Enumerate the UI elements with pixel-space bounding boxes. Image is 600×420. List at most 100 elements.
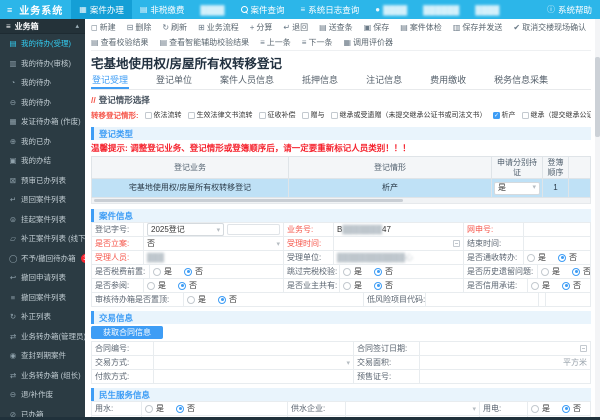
top-nav-item[interactable]: ████: [192, 0, 232, 19]
tab-item[interactable]: 费用缴收: [429, 73, 467, 89]
toolbar-button[interactable]: ▦调用评价器: [343, 37, 393, 48]
toolbar-button[interactable]: ⊞业务流程: [198, 22, 239, 33]
radio-no-selected[interactable]: [374, 282, 382, 290]
radio-no-selected[interactable]: [184, 268, 192, 276]
toolbar-button[interactable]: ✔取消交楼现场确认: [513, 22, 586, 33]
radio-no-selected[interactable]: [218, 296, 226, 304]
sidebar-item[interactable]: ▤我的待办(受理): [0, 34, 85, 54]
radio-yes[interactable]: [153, 268, 161, 276]
tab-item[interactable]: 登记单位: [155, 73, 193, 89]
situation-checkbox-option[interactable]: 依法流转: [145, 110, 182, 120]
toolbar-button[interactable]: ≡上一条: [260, 37, 291, 48]
toolbar-button[interactable]: ⊟删除: [127, 22, 152, 33]
split-cert-select[interactable]: 是▾: [494, 182, 540, 195]
radio-no-selected[interactable]: [374, 268, 382, 276]
toolbar-button[interactable]: ↻刷新: [162, 22, 187, 33]
checkbox[interactable]: [331, 112, 338, 119]
sidebar-item[interactable]: ⊕我的已办: [0, 132, 85, 152]
field-date[interactable]: [420, 342, 590, 355]
tab-item[interactable]: 抵押信息: [301, 73, 339, 89]
sidebar-item[interactable]: ⊖我的待办: [0, 93, 85, 113]
top-nav-item[interactable]: ██████: [415, 0, 467, 19]
radio-yes[interactable]: [147, 282, 155, 290]
field-input[interactable]: [420, 370, 590, 383]
field-input[interactable]: [426, 293, 539, 306]
tab-active[interactable]: 登记受理: [91, 73, 129, 89]
sidebar-item[interactable]: ▱补正案件列表 (线下): [0, 229, 85, 249]
sidebar-item[interactable]: ▥我的待办(审核): [0, 54, 85, 74]
sidebar-item[interactable]: ⊠预审已办列表: [0, 171, 85, 191]
horizontal-scrollbar[interactable]: [91, 198, 591, 204]
field-unit[interactable]: 平方米: [420, 356, 590, 369]
field-select[interactable]: ▾: [154, 356, 354, 369]
situation-checkbox-option[interactable]: 析产: [493, 110, 516, 120]
field-select[interactable]: 否▾: [144, 237, 284, 250]
horizontal-scrollbar-thumb[interactable]: [94, 199, 403, 202]
radio-no-selected[interactable]: [562, 405, 570, 413]
sidebar-item[interactable]: ⊖退/补作废: [0, 385, 85, 405]
year-select[interactable]: 2025登记▾: [147, 223, 224, 236]
radio-no-selected[interactable]: [178, 282, 186, 290]
toolbar-button[interactable]: ▤查看校验结果: [91, 37, 149, 48]
table-row-selected[interactable]: 宅基地使用权/房屋所有权转移登记析产是▾1BM1████: [92, 179, 590, 198]
vertical-scrollbar-thumb[interactable]: [595, 57, 600, 137]
sidebar-item[interactable]: ⇄业务转办箱(管理员): [0, 327, 85, 347]
field-selectinput[interactable]: 2025登记▾: [144, 223, 284, 236]
menu-toggle-icon[interactable]: ≡: [0, 5, 19, 15]
toolbar-button[interactable]: ▤查看智能辅助校验结果: [160, 37, 250, 48]
sidebar-item[interactable]: ◯不予/撤回待办箱3: [0, 249, 85, 269]
tab-item[interactable]: 案件人员信息: [219, 73, 275, 89]
radio-yes[interactable]: [343, 282, 351, 290]
sidebar-item[interactable]: ◔我的待办: [0, 73, 85, 93]
radio-yes[interactable]: [343, 268, 351, 276]
checkbox[interactable]: [145, 112, 152, 119]
top-nav-item[interactable]: ▦案件办理: [71, 0, 132, 19]
toolbar-button[interactable]: ≡下一条: [302, 37, 333, 48]
top-nav-item[interactable]: ████: [467, 0, 507, 19]
radio-no-selected[interactable]: [176, 405, 184, 413]
radio-yes[interactable]: [187, 296, 195, 304]
vertical-scrollbar[interactable]: [595, 19, 600, 417]
radio-no-selected[interactable]: [558, 254, 566, 262]
field-input[interactable]: [154, 370, 354, 383]
situation-checkbox-option[interactable]: 征收补偿: [259, 110, 296, 120]
sidebar-item[interactable]: ↩撤回申请列表: [0, 268, 85, 288]
top-nav-item[interactable]: 案件查询: [233, 0, 293, 19]
toolbar-button[interactable]: ↵退回: [283, 22, 308, 33]
radio-yes[interactable]: [145, 405, 153, 413]
fetch-contract-button[interactable]: 获取合同信息: [91, 326, 163, 339]
radio-yes[interactable]: [531, 282, 539, 290]
toolbar-button[interactable]: ▤送查条: [319, 22, 353, 33]
field-input[interactable]: [524, 223, 590, 236]
toolbar-button[interactable]: ▤案件体检: [400, 22, 442, 33]
radio-yes[interactable]: [527, 254, 535, 262]
radio-no-selected[interactable]: [572, 268, 580, 276]
field-select[interactable]: ▾: [346, 402, 480, 415]
checkbox[interactable]: [522, 112, 529, 119]
sidebar-item[interactable]: ◉查封到期案件: [0, 346, 85, 366]
tab-item[interactable]: 注记信息: [365, 73, 403, 89]
toolbar-button[interactable]: ◻新建: [91, 22, 116, 33]
radio-yes[interactable]: [531, 405, 539, 413]
sidebar-item[interactable]: ▦发证待办箱 (作废): [0, 112, 85, 132]
radio-no-selected[interactable]: [562, 282, 570, 290]
toolbar-button[interactable]: ▣保存: [364, 22, 390, 33]
toolbar-button[interactable]: ▥保存并发送: [453, 22, 503, 33]
sidebar-item[interactable]: ⇄业务转办箱 (组长): [0, 366, 85, 386]
situation-checkbox-option[interactable]: 继承（提交继承公证书或司法文书）: [522, 110, 592, 120]
sidebar-item[interactable]: ⊜挂起案件列表: [0, 210, 85, 230]
tab-item[interactable]: 税务信息采集: [493, 73, 549, 89]
checkbox[interactable]: [259, 112, 266, 119]
sidebar-item[interactable]: ▣我的办结: [0, 151, 85, 171]
text-input[interactable]: [227, 224, 280, 235]
field-input[interactable]: [154, 342, 354, 355]
situation-checkbox-option[interactable]: 继承或受遗赠（未提交继承公证书或司法文书）: [331, 110, 487, 120]
toolbar-button[interactable]: +分算: [250, 22, 273, 33]
checkbox[interactable]: [302, 112, 309, 119]
top-nav-item[interactable]: ▤非税缴费: [132, 0, 193, 19]
top-nav-item[interactable]: ≡系统日志查询: [293, 0, 368, 19]
top-nav-item[interactable]: ●████: [367, 0, 415, 19]
checkbox[interactable]: [188, 112, 195, 119]
sidebar-item[interactable]: ↵退回案件列表: [0, 190, 85, 210]
sidebar-item[interactable]: ≡撤回案件列表: [0, 288, 85, 308]
